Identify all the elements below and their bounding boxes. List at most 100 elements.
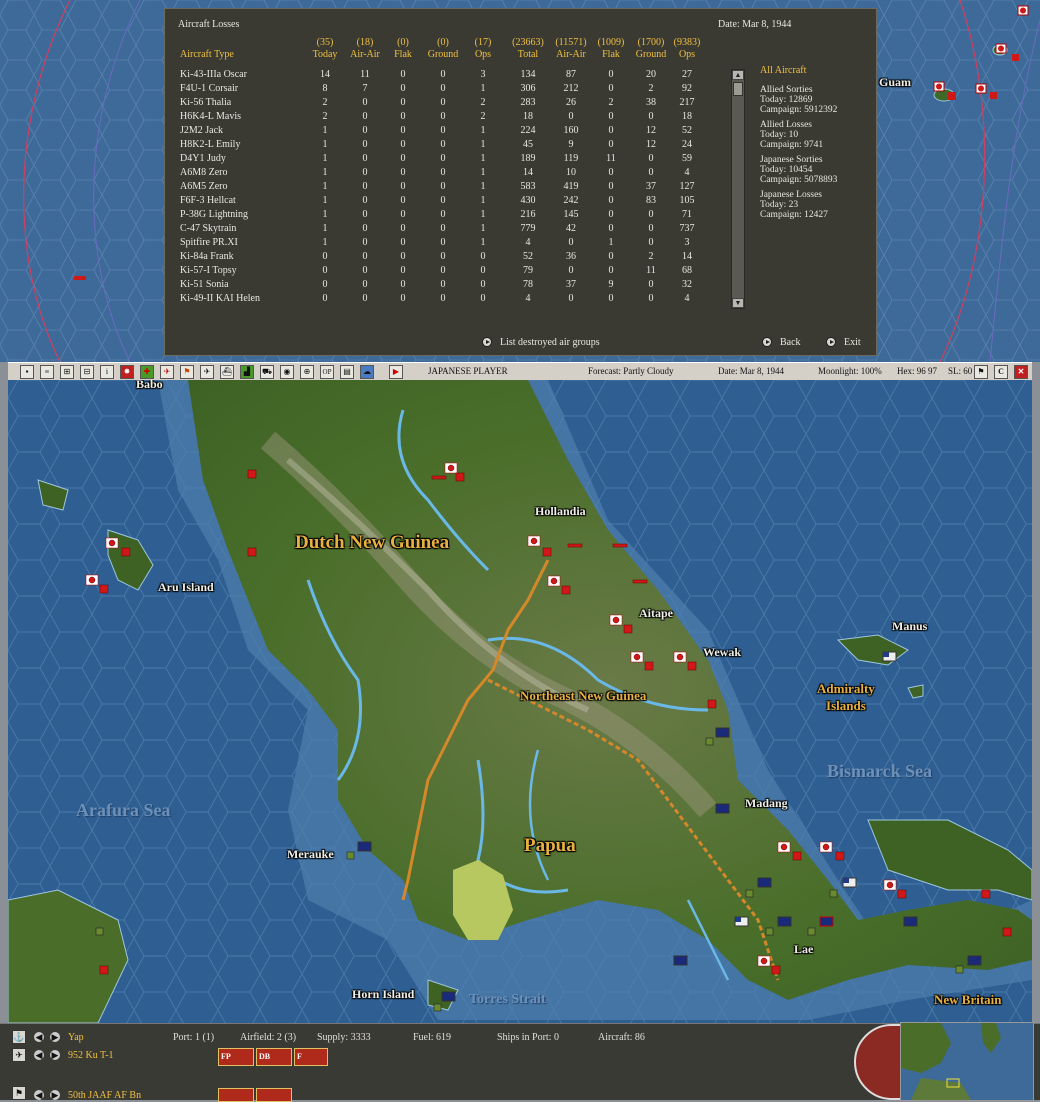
base-icon[interactable]: ▟ — [240, 365, 254, 379]
aircraft-icon[interactable]: ✈ — [200, 365, 214, 379]
prev-air-unit-arrow[interactable]: ◀ — [34, 1050, 44, 1060]
aircraft-type-name[interactable]: Ki-84a Frank — [180, 251, 234, 262]
aircraft-type-name[interactable]: Ki-49-II KAI Helen — [180, 293, 260, 304]
aircraft-type-name[interactable]: A6M5 Zero — [180, 181, 228, 192]
aircraft-type-name[interactable]: F4U-1 Corsair — [180, 83, 238, 94]
loss-cell: 0 — [608, 83, 614, 94]
loss-cell: 0 — [400, 69, 406, 80]
air-unit-name[interactable]: 952 Ku T-1 — [68, 1050, 114, 1061]
loss-cell: 0 — [608, 139, 614, 150]
loss-cell: 583 — [520, 181, 536, 192]
weather-icon[interactable]: ☁ — [360, 365, 374, 379]
next-base-arrow[interactable]: ▶ — [50, 1032, 60, 1042]
aircraft-type-name[interactable]: F6F-3 Hellcat — [180, 195, 236, 206]
c-button[interactable]: C — [994, 365, 1008, 379]
map-label-bismarck-sea: Bismarck Sea — [827, 761, 933, 781]
aircraft-type-name[interactable]: H8K2-L Emily — [180, 139, 240, 150]
aircraft-type-name[interactable]: H6K4-L Mavis — [180, 111, 241, 122]
dive-bomber-icon[interactable]: DB — [256, 1048, 292, 1066]
map-label-hollandia: Hollandia — [535, 504, 586, 518]
allied-icon[interactable]: ✚ — [140, 365, 154, 379]
loss-cell: 12 — [646, 139, 656, 150]
target-icon[interactable]: ⊕ — [300, 365, 314, 379]
minimap[interactable] — [900, 1022, 1034, 1101]
air-unit-icon[interactable]: ✈ — [12, 1048, 26, 1062]
ground-unit-badge-2[interactable] — [256, 1088, 292, 1102]
list-icon[interactable]: ▤ — [340, 365, 354, 379]
toolbar-date: Date: Mar 8, 1944 — [718, 366, 784, 376]
info-icon[interactable]: i — [100, 365, 114, 379]
tactical-map[interactable]: Babo Hollandia Dutch New Guinea Aru Isla… — [8, 380, 1032, 1023]
toolbar-button-3[interactable]: ⊞ — [60, 365, 74, 379]
next-air-unit-arrow[interactable]: ▶ — [50, 1050, 60, 1060]
compass-dial[interactable] — [854, 1024, 904, 1100]
back-radio[interactable] — [762, 337, 772, 347]
moonlight-label: Moonlight: 100% — [818, 366, 882, 376]
toolbar-button-1[interactable]: ▪ — [20, 365, 34, 379]
column-label-1[interactable]: Air-Air — [345, 49, 385, 60]
scroll-thumb[interactable] — [733, 82, 743, 96]
floatplane-icon[interactable]: FP — [218, 1048, 254, 1066]
scroll-down-button[interactable]: ▼ — [732, 298, 744, 308]
convoy-icon[interactable]: ⛟ — [260, 365, 274, 379]
back-button[interactable]: Back — [780, 337, 801, 348]
loss-cell: 4 — [525, 237, 531, 248]
column-label-6[interactable]: Air-Air — [551, 49, 591, 60]
column-label-9[interactable]: Ops — [667, 49, 707, 60]
op-icon[interactable]: OP — [320, 365, 334, 379]
loss-cell: 189 — [520, 153, 536, 164]
aircraft-type-name[interactable]: Ki-43-IIIa Oscar — [180, 69, 247, 80]
ground-unit-icon[interactable]: ⚑ — [12, 1086, 26, 1100]
exit-radio[interactable] — [826, 337, 836, 347]
loss-cell: 0 — [400, 153, 406, 164]
column-label-3[interactable]: Ground — [423, 49, 463, 60]
losses-scrollbar[interactable]: ▲ ▼ — [731, 69, 745, 309]
aircraft-type-name[interactable]: J2M2 Jack — [180, 125, 223, 136]
flag-toggle-icon[interactable]: ⚑ — [974, 365, 988, 379]
aircraft-type-name[interactable]: A6M8 Zero — [180, 167, 228, 178]
japan-flag-icon[interactable]: ✸ — [120, 365, 134, 379]
aircraft-type-name[interactable]: D4Y1 Judy — [180, 153, 226, 164]
column-label-5[interactable]: Total — [508, 49, 548, 60]
plane-icon[interactable]: ✈ — [160, 365, 174, 379]
allied-losses-today: Today: 10 — [760, 130, 799, 140]
ship-icon[interactable]: ⛴ — [220, 365, 234, 379]
aircraft-type-name[interactable]: Spitfire PR.XI — [180, 237, 238, 248]
anchor-icon[interactable]: ⚓ — [12, 1030, 26, 1044]
aircraft-type-name[interactable]: Ki-51 Sonia — [180, 279, 229, 290]
ground-unit-name[interactable]: 50th JAAF AF Bn — [68, 1090, 141, 1101]
loss-cell: 0 — [362, 265, 368, 276]
list-destroyed-link[interactable]: List destroyed air groups — [500, 337, 600, 348]
map-label-merauke: Merauke — [287, 847, 334, 861]
loss-cell: 12 — [646, 125, 656, 136]
loss-cell: 0 — [608, 293, 614, 304]
column-label-2[interactable]: Flak — [383, 49, 423, 60]
list-destroyed-radio[interactable] — [482, 337, 492, 347]
toolbar-button-4[interactable]: ⊟ — [80, 365, 94, 379]
column-label-4[interactable]: Ops — [463, 49, 503, 60]
exit-button[interactable]: Exit — [844, 337, 861, 348]
close-icon[interactable]: ✕ — [1014, 365, 1028, 379]
prev-base-arrow[interactable]: ◀ — [34, 1032, 44, 1042]
aircraft-type-name[interactable]: Ki-56 Thalia — [180, 97, 231, 108]
globe-icon[interactable]: ◉ — [280, 365, 294, 379]
column-label-0[interactable]: Today — [305, 49, 345, 60]
toolbar-button-2[interactable]: ≡ — [40, 365, 54, 379]
loss-cell: 0 — [400, 251, 406, 262]
loss-cell: 0 — [440, 69, 446, 80]
flag-icon[interactable]: ⚑ — [180, 365, 194, 379]
aircraft-type-name[interactable]: P-38G Lightning — [180, 209, 248, 220]
loss-cell: 1 — [480, 125, 486, 136]
supply-info: Supply: 3333 — [317, 1032, 371, 1043]
scroll-up-button[interactable]: ▲ — [732, 70, 744, 80]
ground-unit-badge-1[interactable] — [218, 1088, 254, 1102]
play-icon[interactable]: ▶ — [389, 365, 403, 379]
aircraft-type-name[interactable]: Ki-57-I Topsy — [180, 265, 237, 276]
base-name[interactable]: Yap — [68, 1032, 84, 1043]
aircraft-type-name[interactable]: C-47 Skytrain — [180, 223, 236, 234]
all-aircraft-filter[interactable]: All Aircraft — [760, 65, 806, 76]
column-label-8[interactable]: Ground — [631, 49, 671, 60]
column-label-7[interactable]: Flak — [591, 49, 631, 60]
loss-cell: 0 — [608, 251, 614, 262]
fighter-icon[interactable]: F — [294, 1048, 328, 1066]
